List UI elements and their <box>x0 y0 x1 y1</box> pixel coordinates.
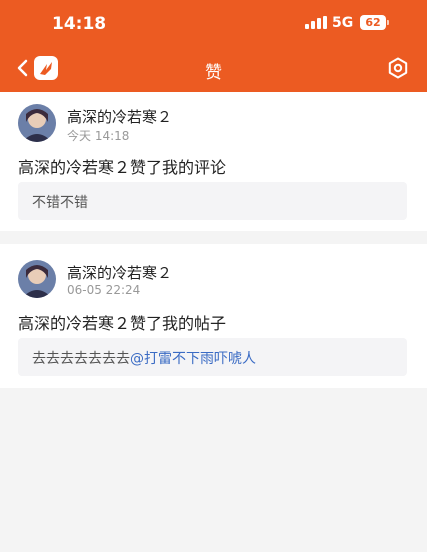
notification-item[interactable]: 高深的冷若寒２ 06-05 22:24 高深的冷若寒２赞了我的帖子 去去去去去去… <box>0 244 427 388</box>
notification-time: 今天 14:18 <box>67 129 130 143</box>
quoted-content[interactable]: 去去去去去去去@打雷不下雨吓唬人 <box>18 338 407 376</box>
battery-tip <box>387 20 389 25</box>
signal-icon <box>305 16 327 29</box>
gear-icon[interactable] <box>386 56 410 80</box>
page-title: 赞 <box>205 63 222 83</box>
user-name[interactable]: 高深的冷若寒２ <box>67 262 172 283</box>
quote-text: 去去去去去去去@打雷不下雨吓唬人 <box>32 348 256 368</box>
status-time: 14:18 <box>52 14 107 34</box>
quoted-content[interactable]: 不错不错 <box>18 182 407 220</box>
avatar[interactable] <box>18 104 56 142</box>
notification-item[interactable]: 高深的冷若寒２ 今天 14:18 高深的冷若寒２赞了我的评论 不错不错 <box>0 92 427 231</box>
quote-text: 不错不错 <box>32 192 88 212</box>
nav-bar: 赞 <box>0 48 427 88</box>
avatar[interactable] <box>18 260 56 298</box>
battery-icon: 62 <box>360 15 386 30</box>
notification-text: 高深的冷若寒２赞了我的帖子 <box>18 314 227 333</box>
quote-body: 不错不错 <box>32 195 88 211</box>
user-name[interactable]: 高深的冷若寒２ <box>67 106 172 127</box>
notification-text: 高深的冷若寒２赞了我的评论 <box>18 158 227 177</box>
status-bar: 14:18 5G 62 <box>0 0 427 44</box>
top-bar: 14:18 5G 62 赞 <box>0 0 427 92</box>
network-label: 5G <box>332 15 354 31</box>
notification-time: 06-05 22:24 <box>67 283 141 297</box>
quote-body: 去去去去去去去 <box>32 351 130 367</box>
mention-link[interactable]: @打雷不下雨吓唬人 <box>130 351 256 367</box>
